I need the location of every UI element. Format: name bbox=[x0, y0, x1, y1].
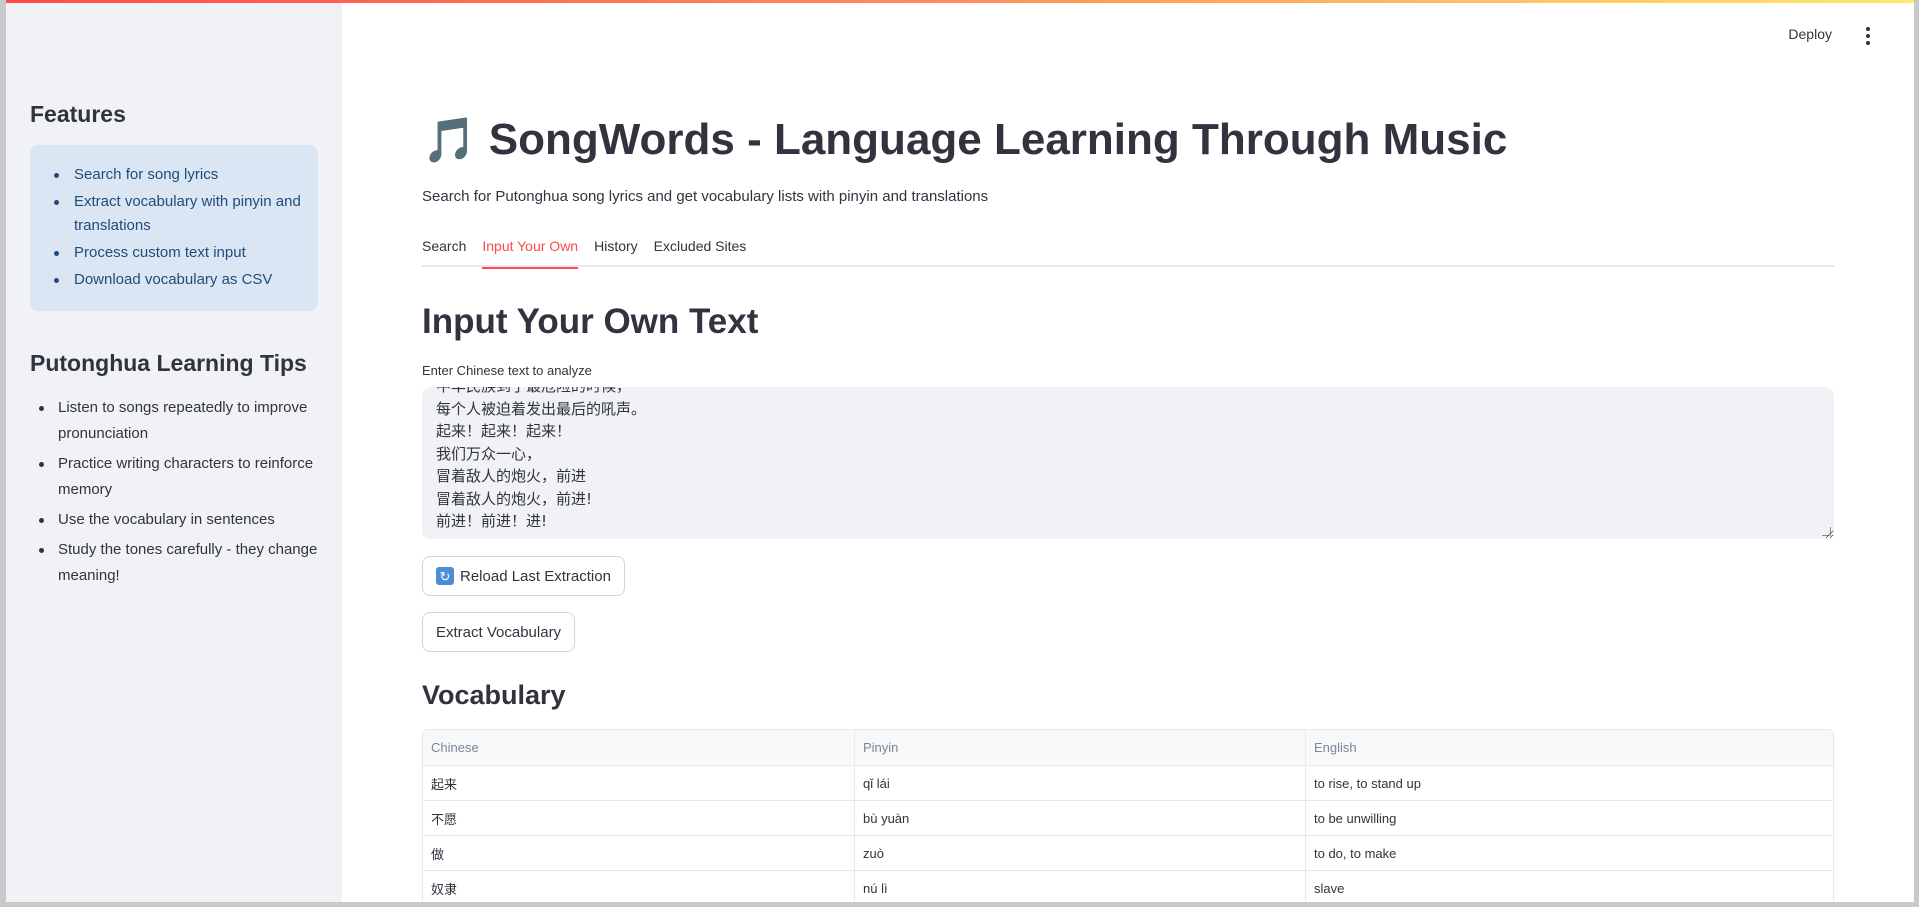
tips-list: Listen to songs repeatedly to improve pr… bbox=[30, 395, 326, 593]
column-header-chinese[interactable]: Chinese bbox=[423, 730, 855, 765]
column-header-english[interactable]: English bbox=[1306, 730, 1833, 765]
table-row: 不愿 bù yuàn to be unwilling bbox=[423, 801, 1833, 836]
cell-chinese[interactable]: 做 bbox=[423, 836, 855, 870]
chinese-text-input[interactable]: 中华民族到了最危险的时候， 每个人被迫着发出最后的吼声。 起来！起来！起来！ 我… bbox=[422, 387, 1834, 539]
tips-list-item: Listen to songs repeatedly to improve pr… bbox=[30, 395, 326, 447]
chinese-text-content: 中华民族到了最危险的时候， 每个人被迫着发出最后的吼声。 起来！起来！起来！ 我… bbox=[436, 387, 647, 530]
tab-excluded-sites[interactable]: Excluded Sites bbox=[654, 236, 747, 267]
features-list: Search for song lyrics Extract vocabular… bbox=[50, 163, 302, 292]
table-row: 奴隶 nú lì slave bbox=[423, 871, 1833, 902]
table-header-row: Chinese Pinyin English bbox=[423, 730, 1833, 766]
top-decoration-bar bbox=[6, 0, 1914, 3]
menu-dot bbox=[1866, 27, 1870, 31]
sidebar: Features Search for song lyrics Extract … bbox=[6, 0, 342, 902]
menu-dot bbox=[1866, 34, 1870, 38]
textarea-label: Enter Chinese text to analyze bbox=[422, 363, 592, 378]
cell-english[interactable]: to do, to make bbox=[1306, 836, 1833, 870]
features-list-item: Search for song lyrics bbox=[50, 163, 302, 187]
reload-last-extraction-button[interactable]: ↻ Reload Last Extraction bbox=[422, 556, 625, 596]
tips-list-item: Use the vocabulary in sentences bbox=[30, 507, 326, 533]
tips-list-item: Practice writing characters to reinforce… bbox=[30, 451, 326, 503]
vocabulary-heading: Vocabulary bbox=[422, 680, 566, 710]
cell-pinyin[interactable]: zuò bbox=[855, 836, 1306, 870]
column-header-pinyin[interactable]: Pinyin bbox=[855, 730, 1306, 765]
music-note-icon: 🎵 bbox=[422, 116, 477, 165]
features-list-item: Extract vocabulary with pinyin and trans… bbox=[50, 190, 302, 238]
page-title-text: SongWords - Language Learning Through Mu… bbox=[488, 115, 1508, 164]
features-list-item: Download vocabulary as CSV bbox=[50, 268, 302, 292]
tab-bar: Search Input Your Own History Excluded S… bbox=[422, 236, 1834, 269]
main-menu-kebab-icon[interactable] bbox=[1858, 24, 1878, 48]
resize-handle-icon[interactable] bbox=[1822, 527, 1831, 536]
main-content: 🎵 SongWords - Language Learning Through … bbox=[422, 0, 1836, 902]
table-row: 做 zuò to do, to make bbox=[423, 836, 1833, 871]
cell-pinyin[interactable]: qǐ lái bbox=[855, 766, 1306, 800]
features-heading: Features bbox=[30, 101, 126, 127]
app-window: Features Search for song lyrics Extract … bbox=[6, 0, 1914, 902]
cell-english[interactable]: slave bbox=[1306, 871, 1833, 902]
refresh-icon: ↻ bbox=[436, 567, 454, 585]
cell-pinyin[interactable]: bù yuàn bbox=[855, 801, 1306, 835]
menu-dot bbox=[1866, 41, 1870, 45]
tab-search[interactable]: Search bbox=[422, 236, 466, 267]
tab-input-your-own[interactable]: Input Your Own bbox=[482, 236, 578, 269]
extract-vocabulary-button[interactable]: Extract Vocabulary bbox=[422, 612, 576, 652]
table-row: 起来 qǐ lái to rise, to stand up bbox=[423, 766, 1833, 801]
features-list-item: Process custom text input bbox=[50, 241, 302, 265]
reload-button-label: Reload Last Extraction bbox=[460, 567, 611, 585]
cell-pinyin[interactable]: nú lì bbox=[855, 871, 1306, 902]
cell-chinese[interactable]: 不愿 bbox=[423, 801, 855, 835]
cell-english[interactable]: to be unwilling bbox=[1306, 801, 1833, 835]
page-title: 🎵 SongWords - Language Learning Through … bbox=[422, 114, 1507, 166]
tips-heading: Putonghua Learning Tips bbox=[30, 350, 307, 376]
cell-english[interactable]: to rise, to stand up bbox=[1306, 766, 1833, 800]
page-subtitle: Search for Putonghua song lyrics and get… bbox=[422, 188, 989, 205]
section-title: Input Your Own Text bbox=[422, 302, 759, 341]
tips-list-item: Study the tones carefully - they change … bbox=[30, 537, 326, 589]
tab-history[interactable]: History bbox=[594, 236, 638, 267]
cell-chinese[interactable]: 起来 bbox=[423, 766, 855, 800]
vocabulary-table[interactable]: Chinese Pinyin English 起来 qǐ lái to rise… bbox=[422, 729, 1834, 902]
features-info-box: Search for song lyrics Extract vocabular… bbox=[30, 145, 318, 311]
cell-chinese[interactable]: 奴隶 bbox=[423, 871, 855, 902]
